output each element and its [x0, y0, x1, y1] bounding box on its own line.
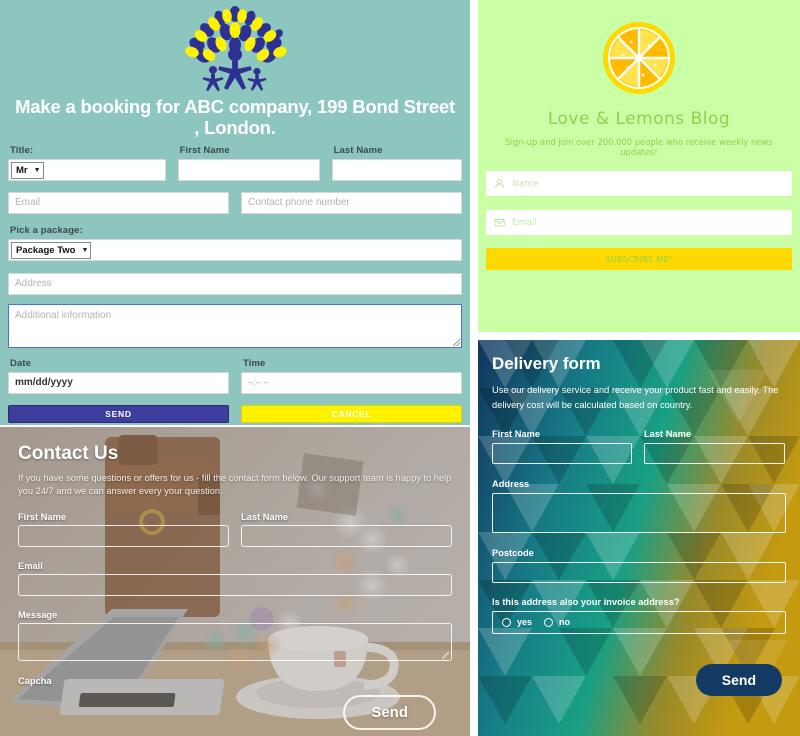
time-input[interactable]: --:-- --: [241, 371, 462, 394]
radio-yes[interactable]: [502, 617, 511, 627]
chevron-down-icon: ▼: [33, 166, 41, 174]
email-input[interactable]: [8, 191, 229, 214]
contact-message-block: Message: [18, 610, 452, 661]
lemon-subtitle: Sign-up and join over 200.000 people who…: [505, 137, 773, 157]
contact-heading: Contact Us: [18, 443, 119, 464]
delivery-content: Delivery form Use our delivery service a…: [478, 340, 800, 736]
contact-us-panel: Contact Us If you have some questions or…: [0, 427, 470, 736]
delivery-postcode-input[interactable]: [492, 561, 786, 583]
contact-email-label: Email: [18, 560, 43, 571]
date-input[interactable]: mm/dd/yyyy: [8, 371, 229, 394]
resize-grip-icon[interactable]: [442, 651, 449, 659]
booking-contact-row: [8, 191, 462, 214]
lemon-name-placeholder: Name: [512, 178, 539, 189]
radio-no[interactable]: [544, 617, 554, 627]
delivery-last-name-label: Last Name: [644, 428, 692, 439]
chevron-down-icon: ▼: [81, 246, 89, 254]
delivery-address-textarea[interactable]: [492, 492, 786, 533]
contact-last-name-label: Last Name: [241, 511, 289, 522]
radio-yes-label: yes: [517, 617, 533, 628]
radio-no-label: no: [559, 617, 571, 628]
booking-additional-block: Additional information: [8, 303, 462, 348]
delivery-invoice-question: Is this address also your invoice addres…: [492, 596, 680, 607]
lemon-email-placeholder: Email: [512, 217, 537, 228]
subscribe-button[interactable]: SUBSCRIBE ME!: [486, 248, 792, 270]
booking-datetime-row: Date mm/dd/yyyy Time --:-- --: [8, 358, 462, 394]
date-value: mm/dd/yyyy: [15, 377, 73, 389]
title-label: Title:: [10, 144, 34, 156]
delivery-heading: Delivery form: [492, 354, 601, 373]
delivery-postcode-label: Postcode: [492, 547, 534, 558]
contact-capcha-block: Capcha: [18, 676, 452, 686]
delivery-send-button[interactable]: Send: [695, 663, 782, 696]
resize-grip-icon[interactable]: [453, 338, 460, 346]
delivery-address-label: Address: [492, 478, 530, 489]
contact-email-block: Email: [18, 561, 452, 596]
contact-message-textarea[interactable]: [18, 622, 452, 661]
contact-paragraph: If you have some questions or offers for…: [18, 473, 452, 497]
time-value: --:-- --: [248, 378, 269, 388]
booking-cancel-button[interactable]: CANCEL: [241, 404, 462, 423]
package-label: Pick a package:: [10, 224, 83, 236]
first-name-label: First Name: [179, 144, 230, 156]
additional-info-placeholder: Additional information: [15, 309, 112, 321]
contact-capcha-label: Capcha: [18, 675, 52, 686]
delivery-first-name-input[interactable]: [492, 442, 632, 464]
envelope-icon: [494, 218, 505, 227]
lemon-heading: Love & Lemons Blog: [547, 109, 731, 129]
contact-first-name-label: First Name: [18, 511, 67, 522]
page-root: Make a booking for ABC company, 199 Bond…: [0, 0, 800, 736]
last-name-input[interactable]: [331, 158, 462, 181]
booking-form-panel: Make a booking for ABC company, 199 Bond…: [0, 0, 470, 425]
booking-logo-wrap: [8, 0, 462, 92]
contact-last-name-input[interactable]: [241, 524, 452, 547]
time-label: Time: [243, 357, 266, 369]
lemon-slice-icon: [603, 22, 675, 94]
booking-send-button[interactable]: SEND: [8, 404, 229, 423]
booking-name-row: Title: Mr ▼ First Name Last Name: [8, 145, 462, 181]
delivery-postcode-block: Postcode: [492, 548, 786, 583]
contact-first-name-input[interactable]: [18, 524, 229, 547]
lemon-email-field[interactable]: Email: [486, 210, 792, 235]
delivery-invoice-block: Is this address also your invoice addres…: [492, 597, 786, 634]
booking-package-block: Pick a package: Package Two ▼: [8, 225, 462, 261]
contact-name-row: First Name Last Name: [18, 512, 452, 547]
title-strip: Mr ▼: [8, 158, 166, 181]
lemon-blog-panel: Love & Lemons Blog Sign-up and join over…: [478, 0, 800, 332]
contact-content: Contact Us If you have some questions or…: [0, 427, 470, 736]
contact-actions-row: Send: [18, 694, 452, 730]
last-name-label: Last Name: [333, 144, 383, 156]
delivery-last-name-input[interactable]: [644, 442, 785, 464]
delivery-actions-row: Send: [492, 663, 786, 696]
contact-email-input[interactable]: [18, 573, 452, 596]
package-select[interactable]: Package Two ▼: [11, 241, 92, 259]
title-select[interactable]: Mr ▼: [11, 161, 44, 179]
booking-page-title: Make a booking for ABC company, 199 Bond…: [15, 96, 455, 139]
delivery-name-row: First Name Last Name: [492, 429, 786, 464]
person-icon: [495, 178, 504, 189]
phone-input[interactable]: [241, 191, 462, 214]
delivery-first-name-label: First Name: [492, 428, 541, 439]
address-input[interactable]: [8, 272, 462, 295]
package-select-value: Package Two: [16, 244, 76, 256]
delivery-form-panel: Delivery form Use our delivery service a…: [478, 340, 800, 736]
delivery-invoice-radio-group: yes no: [492, 610, 786, 634]
package-strip: Package Two ▼: [8, 238, 462, 261]
additional-info-textarea[interactable]: Additional information: [8, 303, 462, 348]
first-name-input[interactable]: [177, 158, 320, 181]
delivery-address-block: Address: [492, 479, 786, 533]
title-select-value: Mr: [16, 164, 28, 176]
booking-actions-row: SEND CANCEL: [8, 404, 462, 423]
contact-message-label: Message: [18, 609, 58, 620]
contact-send-button[interactable]: Send: [343, 694, 436, 730]
delivery-paragraph: Use our delivery service and receive you…: [492, 385, 779, 411]
tree-logo: [184, 6, 287, 92]
booking-address-block: [8, 272, 462, 295]
lemon-name-field[interactable]: Name: [486, 171, 792, 196]
date-label: Date: [10, 357, 31, 369]
lemon-logo-wrap: [486, 0, 792, 96]
